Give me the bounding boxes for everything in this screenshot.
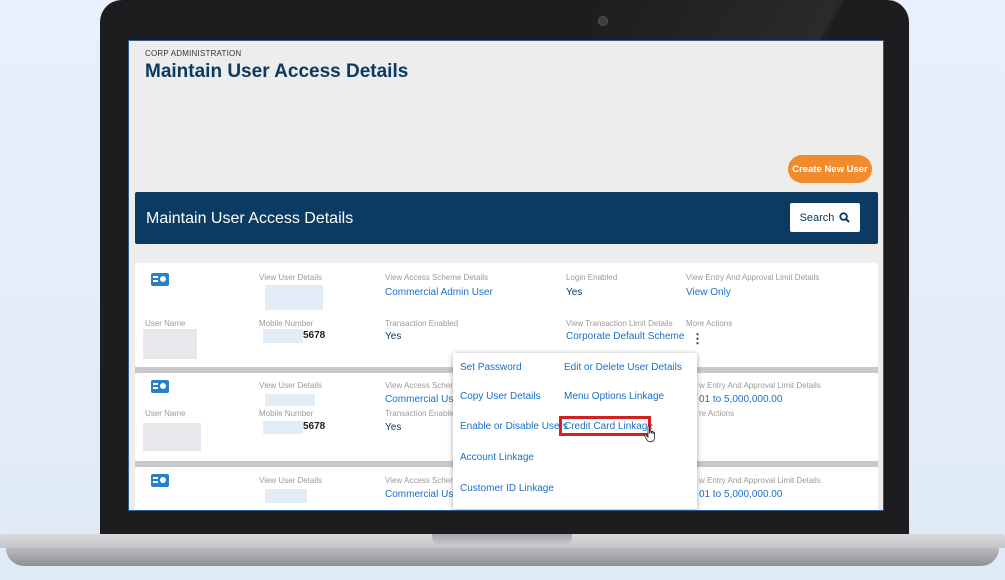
menu-item-copy-user-details[interactable]: Copy User Details (460, 391, 541, 402)
transaction-enabled-label: Transaction Enabled (385, 319, 459, 328)
more-actions-label: re Actions (699, 409, 735, 418)
transaction-enabled-label: Transaction Enable (385, 409, 454, 418)
menu-item-set-password[interactable]: Set Password (460, 362, 522, 373)
app-screen: CORP ADMINISTRATION Maintain User Access… (128, 40, 884, 511)
user-name-redacted (143, 329, 197, 359)
menu-item-enable-disable-users[interactable]: Enable or Disable Users (460, 421, 568, 432)
view-txn-limit-label: View Transaction Limit Details (566, 319, 673, 328)
view-access-scheme-label: View Access Schem (385, 476, 457, 485)
view-entry-limit-label: View Entry And Approval Limit Details (686, 273, 820, 282)
user-name-redacted (143, 423, 201, 451)
user-name-label: User Name (145, 409, 186, 418)
kebab-menu-icon[interactable]: ⋮ (691, 332, 704, 345)
access-scheme-link[interactable]: Commercial Use (385, 489, 459, 500)
entry-limit-link[interactable]: View Only (686, 287, 731, 298)
section-banner: Maintain User Access Details Search (135, 192, 878, 244)
access-scheme-link[interactable]: Commercial Use (385, 394, 459, 405)
login-enabled-value: Yes (566, 287, 583, 298)
menu-item-account-linkage[interactable]: Account Linkage (460, 452, 534, 463)
hand-pointer-icon (644, 425, 655, 443)
login-enabled-label: Login Enabled (566, 273, 618, 282)
highlight-box (559, 416, 651, 436)
entry-limit-link[interactable]: 01 to 5,000,000.00 (699, 394, 782, 405)
user-card-icon[interactable] (151, 380, 169, 393)
mobile-redacted (263, 329, 303, 343)
laptop-notch (432, 534, 572, 546)
view-entry-limit-label: w Entry And Approval Limit Details (699, 381, 821, 390)
menu-item-edit-delete-user[interactable]: Edit or Delete User Details (564, 362, 682, 373)
user-details-redacted (265, 489, 307, 503)
user-card: View User Details View Access Scheme Det… (135, 263, 878, 367)
mobile-redacted (263, 421, 303, 434)
banner-title: Maintain User Access Details (146, 210, 354, 227)
laptop-base-bottom (6, 548, 999, 566)
entry-limit-link[interactable]: 01 to 5,000,000.00 (699, 489, 782, 500)
mobile-number-label: Mobile Number (259, 319, 314, 328)
view-user-details-label: View User Details (259, 273, 322, 282)
breadcrumb: CORP ADMINISTRATION (145, 49, 242, 58)
menu-item-menu-options-linkage[interactable]: Menu Options Linkage (564, 391, 664, 402)
user-details-redacted (265, 394, 315, 406)
search-button[interactable]: Search (790, 203, 860, 232)
view-user-details-label: View User Details (259, 476, 322, 485)
menu-item-customer-id-linkage[interactable]: Customer ID Linkage (460, 483, 554, 494)
user-name-label: User Name (145, 319, 186, 328)
txn-limit-link[interactable]: Corporate Default Scheme (566, 331, 684, 342)
search-icon (839, 212, 851, 223)
search-button-label: Search (799, 211, 835, 224)
more-actions-label: More Actions (686, 319, 733, 328)
camera-icon (598, 16, 608, 26)
mobile-number-value: 5678 (303, 330, 326, 341)
user-card-icon[interactable] (151, 273, 169, 286)
transaction-enabled-value: Yes (385, 331, 402, 342)
page-title: Maintain User Access Details (145, 61, 409, 82)
view-access-scheme-label: View Access Schem (385, 381, 457, 390)
access-scheme-link[interactable]: Commercial Admin User (385, 287, 493, 298)
more-actions-menu: Set Password Edit or Delete User Details… (453, 353, 697, 509)
mobile-number-label: Mobile Number (259, 409, 314, 418)
view-access-scheme-label: View Access Scheme Details (385, 273, 489, 282)
user-card-icon[interactable] (151, 474, 169, 487)
user-details-redacted (265, 285, 323, 310)
transaction-enabled-value: Yes (385, 422, 402, 433)
mobile-number-value: 5678 (303, 421, 326, 432)
view-user-details-label: View User Details (259, 381, 322, 390)
create-new-user-button[interactable]: Create New User (788, 155, 872, 183)
laptop-base (0, 534, 1005, 580)
view-entry-limit-label: w Entry And Approval Limit Details (699, 476, 821, 485)
